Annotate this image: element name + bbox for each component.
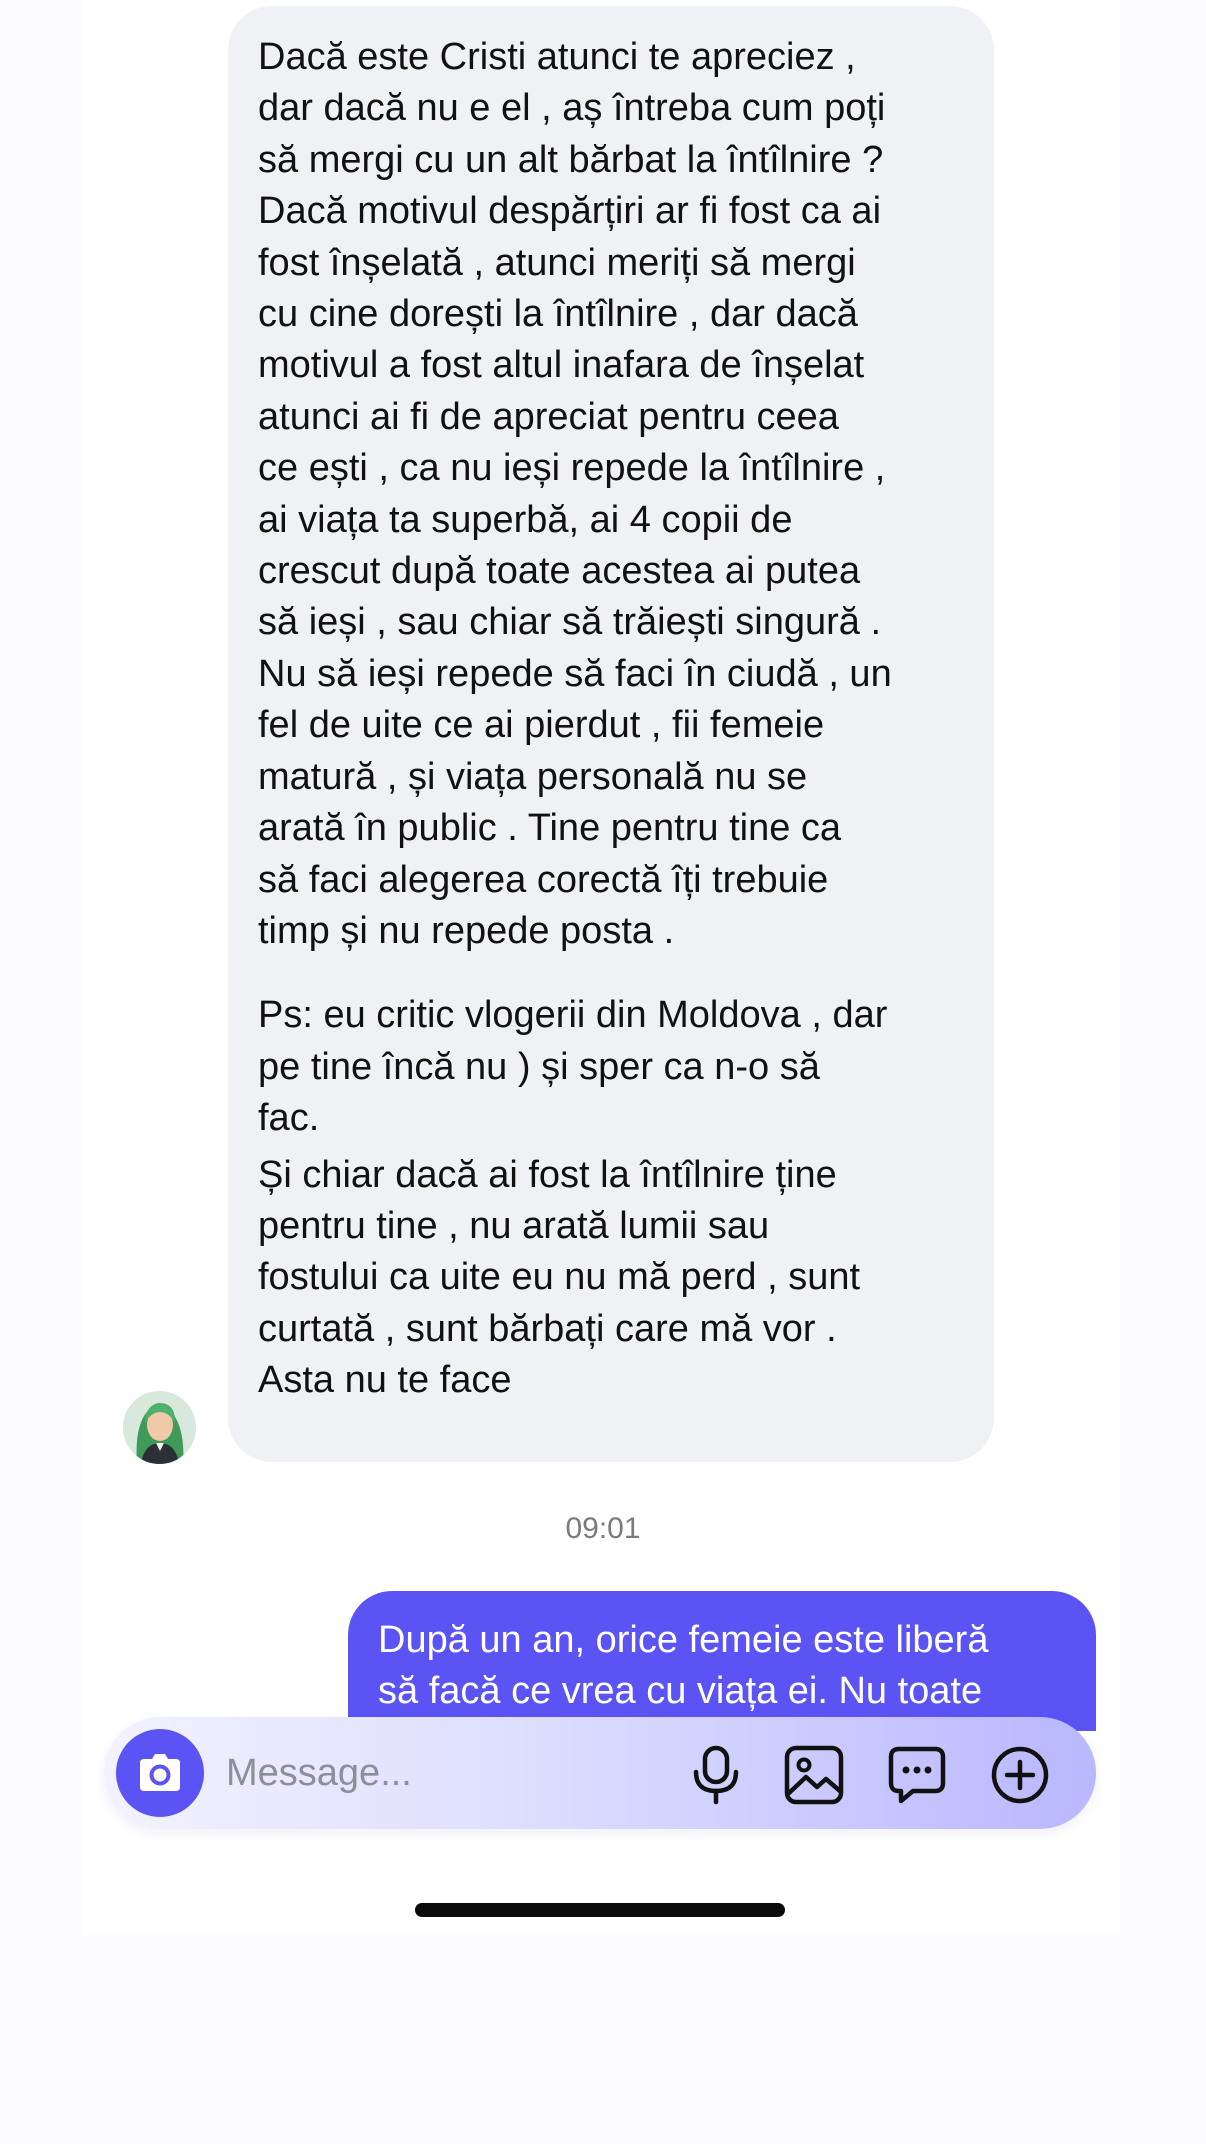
incoming-message-paragraph: Dacă este Cristi atunci te apreciez , da… <box>258 36 892 952</box>
home-indicator[interactable] <box>415 1903 785 1917</box>
microphone-button[interactable] <box>686 1745 746 1805</box>
more-button[interactable] <box>990 1745 1050 1805</box>
message-timestamp: 09:01 <box>565 1512 641 1545</box>
message-composer <box>104 1717 1096 1829</box>
sender-avatar[interactable] <box>123 1391 196 1464</box>
image-icon <box>784 1745 844 1805</box>
outgoing-message-bubble[interactable]: După un an, orice femeie este liberă să … <box>348 1591 1096 1731</box>
message-input[interactable] <box>226 1745 526 1801</box>
incoming-message-bubble[interactable]: Dacă este Cristi atunci te apreciez , da… <box>228 6 994 1462</box>
incoming-message-paragraph: Ps: eu critic vlogerii din Moldova , dar… <box>258 994 888 1140</box>
plus-circle-icon <box>991 1746 1049 1804</box>
chat-screen: Dacă este Cristi atunci te apreciez , da… <box>0 0 1206 2144</box>
outgoing-message-text: După un an, orice femeie este liberă să … <box>378 1619 989 1713</box>
avatar-portrait-icon <box>123 1391 196 1464</box>
chat-options-button[interactable] <box>887 1745 947 1805</box>
camera-button[interactable] <box>116 1729 204 1817</box>
incoming-message-paragraph: Și chiar dacă ai fost la întîlnire ține … <box>258 1153 861 1402</box>
microphone-icon <box>693 1745 739 1805</box>
camera-icon <box>140 1754 180 1791</box>
gallery-button[interactable] <box>784 1745 844 1805</box>
chat-bubble-icon <box>888 1746 946 1804</box>
